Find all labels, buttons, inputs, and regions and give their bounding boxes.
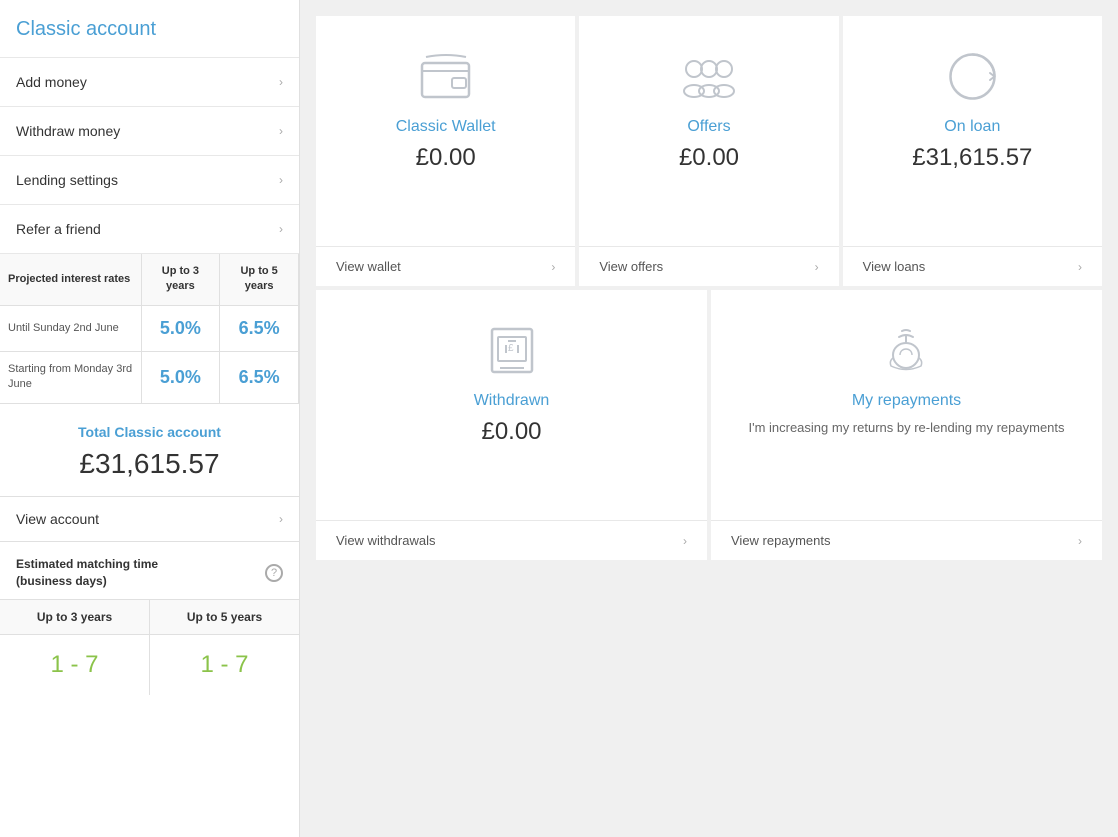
matching-table: Up to 3 years Up to 5 years 1 - 71 - 7 <box>0 600 299 695</box>
help-icon[interactable]: ? <box>265 564 283 582</box>
chevron-right-icon: › <box>1078 260 1082 274</box>
interest-table: Projected interest rates Up to 3 years U… <box>0 254 299 403</box>
card-withdrawn: £ Withdrawn £0.00 View withdrawals › <box>316 290 707 560</box>
sidebar-item-add-money[interactable]: Add money › <box>0 58 299 107</box>
interest-table-row: Until Sunday 2nd June 5.0% 6.5% <box>0 305 299 351</box>
interest-table-row: Starting from Monday 3rd June 5.0% 6.5% <box>0 351 299 402</box>
card-repayments: My repayments I'm increasing my returns … <box>711 290 1102 560</box>
sidebar-item-label: Lending settings <box>16 172 118 188</box>
cards-bottom-grid: £ Withdrawn £0.00 View withdrawals › My … <box>316 290 1102 560</box>
total-label: Total Classic account <box>16 424 283 440</box>
interest-rates-section: Projected interest rates Up to 3 years U… <box>0 254 299 404</box>
card-footer-loan[interactable]: View loans › <box>843 246 1102 286</box>
interest-rate-3yr: 5.0% <box>141 351 220 402</box>
card-footer-label: View offers <box>599 259 663 274</box>
chevron-right-icon: › <box>279 512 283 526</box>
interest-col-header-label: Projected interest rates <box>0 254 141 305</box>
interest-col-header-3yr: Up to 3 years <box>141 254 220 305</box>
sidebar-menu: Add money›Withdraw money›Lending setting… <box>0 58 299 254</box>
interest-rate-3yr: 5.0% <box>141 305 220 351</box>
view-account-row[interactable]: View account › <box>0 497 299 542</box>
card-title-repayments: My repayments <box>852 392 961 410</box>
offers-icon <box>679 46 739 106</box>
sidebar-item-label: Withdraw money <box>16 123 120 139</box>
card-footer-repayments[interactable]: View repayments › <box>711 520 1102 560</box>
sidebar-item-lending-settings[interactable]: Lending settings › <box>0 156 299 205</box>
matching-header: Estimated matching time(business days) ? <box>0 542 299 601</box>
card-footer-wallet[interactable]: View wallet › <box>316 246 575 286</box>
interest-row-label: Until Sunday 2nd June <box>0 305 141 351</box>
chevron-right-icon: › <box>815 260 819 274</box>
chevron-right-icon: › <box>1078 534 1082 548</box>
matching-col-header-3yr: Up to 3 years <box>0 600 150 635</box>
sidebar: Classic account Add money›Withdraw money… <box>0 0 300 837</box>
view-account-label: View account <box>16 511 99 527</box>
sidebar-title: Classic account <box>0 0 299 58</box>
main-content: Classic Wallet £0.00 View wallet › Offer… <box>300 0 1118 837</box>
chevron-right-icon: › <box>279 222 283 236</box>
sidebar-item-label: Add money <box>16 74 87 90</box>
svg-text:£: £ <box>508 343 514 354</box>
chevron-right-icon: › <box>279 75 283 89</box>
chevron-right-icon: › <box>551 260 555 274</box>
sidebar-item-label: Refer a friend <box>16 221 101 237</box>
sidebar-item-withdraw-money[interactable]: Withdraw money › <box>0 107 299 156</box>
interest-col-header-5yr: Up to 5 years <box>220 254 299 305</box>
card-footer-label: View loans <box>863 259 926 274</box>
card-footer-label: View wallet <box>336 259 401 274</box>
withdrawn-icon: £ <box>482 320 542 380</box>
chevron-right-icon: › <box>279 124 283 138</box>
card-title-offers: Offers <box>687 118 730 136</box>
card-footer-withdrawn[interactable]: View withdrawals › <box>316 520 707 560</box>
card-amount-offers: £0.00 <box>679 144 739 172</box>
card-offers: Offers £0.00 View offers › <box>579 16 838 286</box>
card-footer-label: View withdrawals <box>336 533 435 548</box>
interest-row-label: Starting from Monday 3rd June <box>0 351 141 402</box>
card-footer-label: View repayments <box>731 533 830 548</box>
card-title-wallet: Classic Wallet <box>396 118 496 136</box>
card-description-repayments: I'm increasing my returns by re-lending … <box>738 418 1074 438</box>
card-wallet: Classic Wallet £0.00 View wallet › <box>316 16 575 286</box>
matching-value-0: 1 - 7 <box>0 635 150 696</box>
cards-top-grid: Classic Wallet £0.00 View wallet › Offer… <box>316 16 1102 286</box>
card-amount-withdrawn: £0.00 <box>481 418 541 446</box>
matching-value-1: 1 - 7 <box>150 635 300 696</box>
loan-icon <box>942 46 1002 106</box>
wallet-icon <box>416 46 476 106</box>
interest-rate-5yr: 6.5% <box>220 351 299 402</box>
repayments-icon <box>877 320 937 380</box>
card-title-withdrawn: Withdrawn <box>474 392 550 410</box>
chevron-right-icon: › <box>683 534 687 548</box>
total-amount: £31,615.57 <box>16 448 283 480</box>
matching-section: Estimated matching time(business days) ?… <box>0 542 299 837</box>
matching-col-header-5yr: Up to 5 years <box>150 600 300 635</box>
card-amount-wallet: £0.00 <box>416 144 476 172</box>
matching-table-row: 1 - 71 - 7 <box>0 635 299 696</box>
matching-title: Estimated matching time(business days) <box>16 556 158 590</box>
card-loan: On loan £31,615.57 View loans › <box>843 16 1102 286</box>
sidebar-item-refer-friend[interactable]: Refer a friend › <box>0 205 299 254</box>
card-amount-loan: £31,615.57 <box>912 144 1032 172</box>
interest-rate-5yr: 6.5% <box>220 305 299 351</box>
card-footer-offers[interactable]: View offers › <box>579 246 838 286</box>
total-section: Total Classic account £31,615.57 <box>0 404 299 497</box>
card-title-loan: On loan <box>944 118 1000 136</box>
chevron-right-icon: › <box>279 173 283 187</box>
